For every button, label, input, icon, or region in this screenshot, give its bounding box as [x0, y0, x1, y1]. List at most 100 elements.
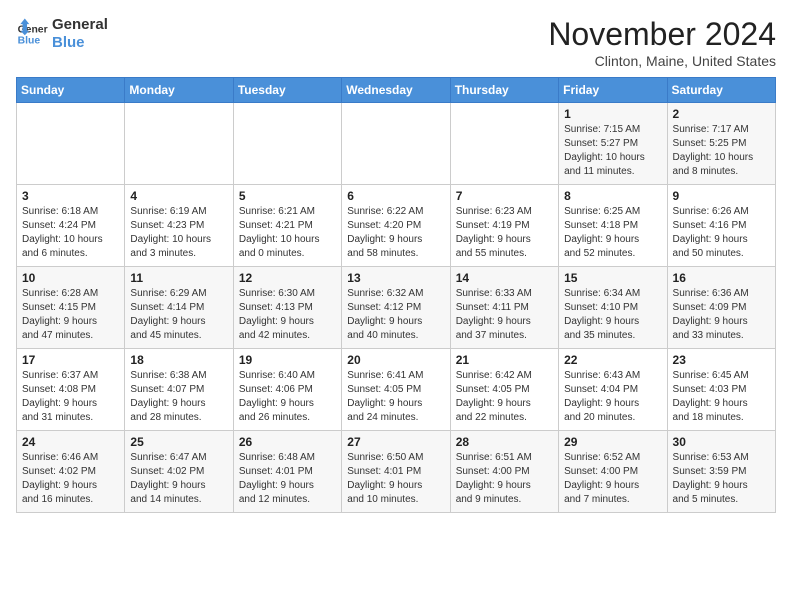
calendar-cell: 7 Sunrise: 6:23 AM Sunset: 4:19 PM Daylig… — [450, 185, 558, 267]
cell-info: Sunrise: 6:50 AM Sunset: 4:01 PM Dayligh… — [347, 451, 444, 507]
cell-info: Sunrise: 6:25 AM Sunset: 4:18 PM Dayligh… — [564, 205, 661, 261]
day-number: 17 — [22, 353, 119, 367]
weekday-header-sunday: Sunday — [17, 78, 125, 103]
location-title: Clinton, Maine, United States — [548, 53, 776, 69]
day-number: 9 — [673, 189, 770, 203]
day-number: 7 — [456, 189, 553, 203]
cell-info: Sunrise: 6:30 AM Sunset: 4:13 PM Dayligh… — [239, 287, 336, 343]
calendar-cell: 13 Sunrise: 6:32 AM Sunset: 4:12 PM Dayli… — [342, 267, 450, 349]
calendar-cell: 4 Sunrise: 6:19 AM Sunset: 4:23 PM Daylig… — [125, 185, 233, 267]
day-number: 22 — [564, 353, 661, 367]
cell-info: Sunrise: 7:17 AM Sunset: 5:25 PM Dayligh… — [673, 123, 770, 179]
calendar-cell: 8Sunrise: 6:25 AM Sunset: 4:18 PM Daylig… — [559, 185, 667, 267]
day-number: 21 — [456, 353, 553, 367]
calendar-cell — [125, 103, 233, 185]
calendar-cell: 3 Sunrise: 6:18 AM Sunset: 4:24 PM Daylig… — [17, 185, 125, 267]
calendar-cell: 27 Sunrise: 6:50 AM Sunset: 4:01 PM Dayli… — [342, 431, 450, 513]
cell-info: Sunrise: 6:26 AM Sunset: 4:16 PM Dayligh… — [673, 205, 770, 261]
cell-info: Sunrise: 6:45 AM Sunset: 4:03 PM Dayligh… — [673, 369, 770, 425]
cell-info: Sunrise: 6:19 AM Sunset: 4:23 PM Dayligh… — [130, 205, 227, 261]
cell-info: Sunrise: 6:23 AM Sunset: 4:19 PM Dayligh… — [456, 205, 553, 261]
cell-info: Sunrise: 6:33 AM Sunset: 4:11 PM Dayligh… — [456, 287, 553, 343]
calendar-cell — [233, 103, 341, 185]
calendar-cell — [17, 103, 125, 185]
week-row-3: 10Sunrise: 6:28 AM Sunset: 4:15 PM Dayli… — [17, 267, 776, 349]
calendar-cell: 20Sunrise: 6:41 AM Sunset: 4:05 PM Dayli… — [342, 349, 450, 431]
calendar-cell: 15 Sunrise: 6:34 AM Sunset: 4:10 PM Dayli… — [559, 267, 667, 349]
svg-text:Blue: Blue — [18, 36, 41, 47]
day-number: 24 — [22, 435, 119, 449]
calendar-cell: 24 Sunrise: 6:46 AM Sunset: 4:02 PM Dayli… — [17, 431, 125, 513]
day-number: 14 — [456, 271, 553, 285]
cell-info: Sunrise: 6:21 AM Sunset: 4:21 PM Dayligh… — [239, 205, 336, 261]
cell-info: Sunrise: 6:22 AM Sunset: 4:20 PM Dayligh… — [347, 205, 444, 261]
day-number: 30 — [673, 435, 770, 449]
weekday-header-tuesday: Tuesday — [233, 78, 341, 103]
cell-info: Sunrise: 6:43 AM Sunset: 4:04 PM Dayligh… — [564, 369, 661, 425]
day-number: 6 — [347, 189, 444, 203]
calendar-cell: 6 Sunrise: 6:22 AM Sunset: 4:20 PM Daylig… — [342, 185, 450, 267]
cell-info: Sunrise: 6:34 AM Sunset: 4:10 PM Dayligh… — [564, 287, 661, 343]
page-header: General Blue General Blue November 2024 … — [16, 16, 776, 69]
cell-info: Sunrise: 6:36 AM Sunset: 4:09 PM Dayligh… — [673, 287, 770, 343]
day-number: 1 — [564, 107, 661, 121]
calendar-cell: 29 Sunrise: 6:52 AM Sunset: 4:00 PM Dayli… — [559, 431, 667, 513]
logo-icon: General Blue — [16, 18, 48, 50]
weekday-header-monday: Monday — [125, 78, 233, 103]
cell-info: Sunrise: 6:46 AM Sunset: 4:02 PM Dayligh… — [22, 451, 119, 507]
day-number: 27 — [347, 435, 444, 449]
calendar-cell: 14 Sunrise: 6:33 AM Sunset: 4:11 PM Dayli… — [450, 267, 558, 349]
week-row-5: 24 Sunrise: 6:46 AM Sunset: 4:02 PM Dayli… — [17, 431, 776, 513]
calendar-cell: 22 Sunrise: 6:43 AM Sunset: 4:04 PM Dayli… — [559, 349, 667, 431]
logo-general: General — [52, 16, 108, 34]
calendar-cell — [450, 103, 558, 185]
cell-info: Sunrise: 6:47 AM Sunset: 4:02 PM Dayligh… — [130, 451, 227, 507]
calendar-cell: 9 Sunrise: 6:26 AM Sunset: 4:16 PM Daylig… — [667, 185, 775, 267]
logo: General Blue General Blue — [16, 16, 108, 52]
cell-info: Sunrise: 6:37 AM Sunset: 4:08 PM Dayligh… — [22, 369, 119, 425]
calendar-cell — [342, 103, 450, 185]
day-number: 28 — [456, 435, 553, 449]
calendar-cell: 2Sunrise: 7:17 AM Sunset: 5:25 PM Daylig… — [667, 103, 775, 185]
cell-info: Sunrise: 6:32 AM Sunset: 4:12 PM Dayligh… — [347, 287, 444, 343]
day-number: 29 — [564, 435, 661, 449]
cell-info: Sunrise: 6:53 AM Sunset: 3:59 PM Dayligh… — [673, 451, 770, 507]
cell-info: Sunrise: 6:52 AM Sunset: 4:00 PM Dayligh… — [564, 451, 661, 507]
day-number: 11 — [130, 271, 227, 285]
week-row-4: 17 Sunrise: 6:37 AM Sunset: 4:08 PM Dayli… — [17, 349, 776, 431]
day-number: 13 — [347, 271, 444, 285]
calendar-cell: 5Sunrise: 6:21 AM Sunset: 4:21 PM Daylig… — [233, 185, 341, 267]
calendar-cell: 18Sunrise: 6:38 AM Sunset: 4:07 PM Dayli… — [125, 349, 233, 431]
calendar-table: SundayMondayTuesdayWednesdayThursdayFrid… — [16, 77, 776, 513]
calendar-cell: 12Sunrise: 6:30 AM Sunset: 4:13 PM Dayli… — [233, 267, 341, 349]
weekday-header-saturday: Saturday — [667, 78, 775, 103]
day-number: 18 — [130, 353, 227, 367]
day-number: 15 — [564, 271, 661, 285]
day-number: 25 — [130, 435, 227, 449]
weekday-header-thursday: Thursday — [450, 78, 558, 103]
svg-text:General: General — [18, 24, 48, 35]
calendar-cell: 28Sunrise: 6:51 AM Sunset: 4:00 PM Dayli… — [450, 431, 558, 513]
calendar-cell: 1Sunrise: 7:15 AM Sunset: 5:27 PM Daylig… — [559, 103, 667, 185]
day-number: 20 — [347, 353, 444, 367]
weekday-header-row: SundayMondayTuesdayWednesdayThursdayFrid… — [17, 78, 776, 103]
logo-blue: Blue — [52, 34, 108, 52]
day-number: 16 — [673, 271, 770, 285]
day-number: 4 — [130, 189, 227, 203]
day-number: 3 — [22, 189, 119, 203]
month-title: November 2024 — [548, 16, 776, 53]
calendar-cell: 11Sunrise: 6:29 AM Sunset: 4:14 PM Dayli… — [125, 267, 233, 349]
cell-info: Sunrise: 6:42 AM Sunset: 4:05 PM Dayligh… — [456, 369, 553, 425]
calendar-cell: 30 Sunrise: 6:53 AM Sunset: 3:59 PM Dayli… — [667, 431, 775, 513]
cell-info: Sunrise: 6:40 AM Sunset: 4:06 PM Dayligh… — [239, 369, 336, 425]
weekday-header-friday: Friday — [559, 78, 667, 103]
week-row-1: 1Sunrise: 7:15 AM Sunset: 5:27 PM Daylig… — [17, 103, 776, 185]
week-row-2: 3 Sunrise: 6:18 AM Sunset: 4:24 PM Daylig… — [17, 185, 776, 267]
calendar-cell: 26Sunrise: 6:48 AM Sunset: 4:01 PM Dayli… — [233, 431, 341, 513]
calendar-cell: 17 Sunrise: 6:37 AM Sunset: 4:08 PM Dayli… — [17, 349, 125, 431]
cell-info: Sunrise: 6:18 AM Sunset: 4:24 PM Dayligh… — [22, 205, 119, 261]
cell-info: Sunrise: 6:28 AM Sunset: 4:15 PM Dayligh… — [22, 287, 119, 343]
day-number: 19 — [239, 353, 336, 367]
weekday-header-wednesday: Wednesday — [342, 78, 450, 103]
day-number: 23 — [673, 353, 770, 367]
